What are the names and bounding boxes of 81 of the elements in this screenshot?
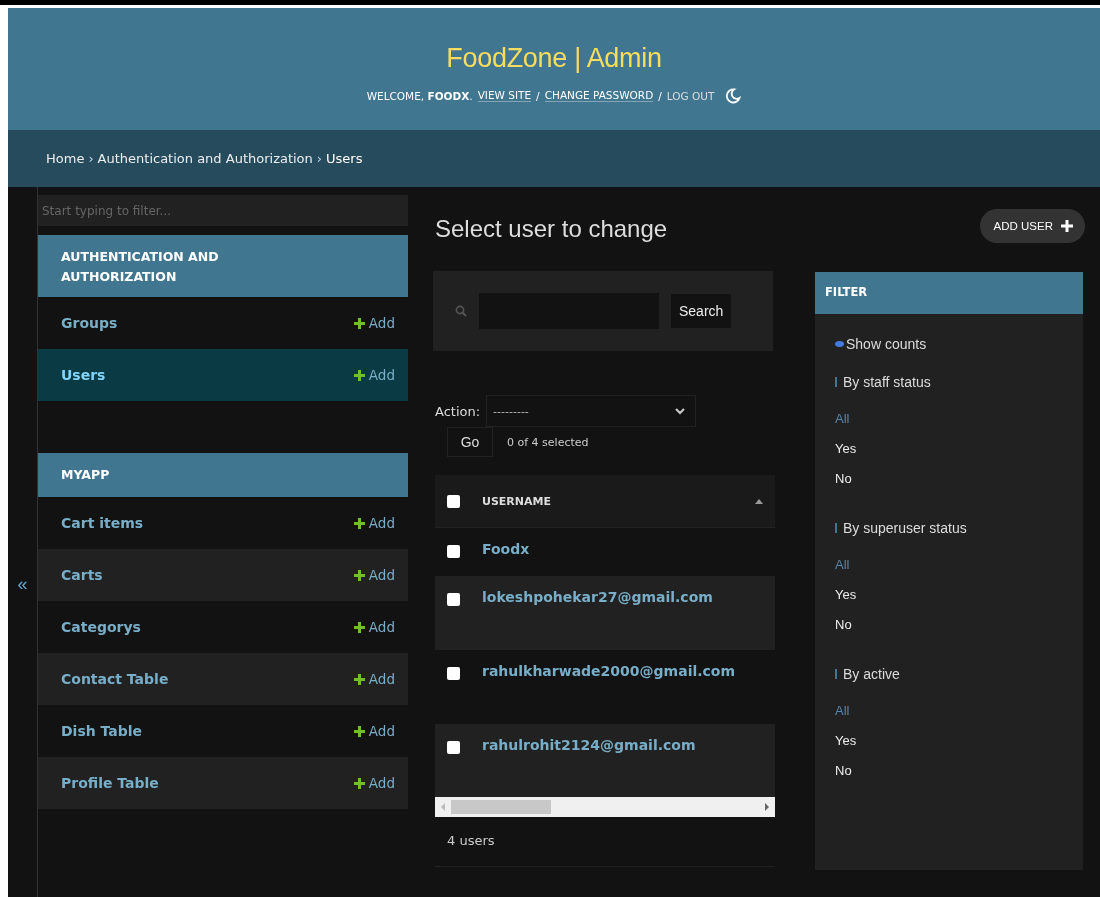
plus-icon (353, 725, 365, 737)
action-select[interactable]: --------- (486, 395, 697, 427)
horizontal-scrollbar[interactable] (435, 797, 775, 817)
model-link[interactable]: Dish Table (61, 723, 143, 739)
filter-option[interactable]: All (835, 696, 1083, 726)
column-header[interactable]: USERNAME (482, 494, 733, 508)
model-link[interactable]: Users (61, 367, 106, 383)
plus-icon (1061, 220, 1073, 232)
filter-group-title[interactable]: By staff status (815, 374, 1083, 404)
header-link[interactable]: VIEW SITE (477, 89, 532, 102)
add-link[interactable]: Add (353, 315, 395, 331)
plus-icon (353, 569, 365, 581)
breadcrumb-link[interactable]: Authentication and Authorization (97, 151, 313, 166)
plus-icon (353, 777, 365, 789)
plus-icon (353, 369, 365, 381)
add-link[interactable]: Add (353, 367, 395, 383)
filter-option[interactable]: All (835, 404, 1083, 434)
breadcrumb-separator: › (316, 151, 323, 166)
moon-icon (725, 87, 742, 104)
add-link[interactable]: Add (353, 619, 395, 635)
breadcrumb-current: Users (326, 151, 363, 166)
username-link[interactable]: Foodx (482, 541, 530, 557)
filter-option[interactable]: Yes (835, 726, 1083, 756)
username-link[interactable]: rahulrohit2124@gmail.com (482, 737, 696, 753)
filter-option[interactable]: No (835, 464, 1083, 494)
app-header[interactable]: AUTHENTICATION AND AUTHORIZATION (38, 235, 408, 297)
plus-icon (353, 517, 365, 529)
filter-field[interactable]: Start typing to filter... (38, 195, 408, 227)
filter-option[interactable]: All (835, 550, 1083, 580)
welcome-text: WELCOME, FOODX. (366, 89, 473, 102)
action-label: Action: (435, 403, 481, 419)
model-row[interactable]: Contact Table Add (38, 653, 408, 705)
breadcrumb-separator: › (88, 151, 94, 166)
search-button[interactable]: Search (671, 294, 732, 328)
separator: / (536, 89, 540, 102)
filter-group-title[interactable]: By active (815, 666, 1083, 696)
add-link[interactable]: Add (353, 671, 395, 687)
filter-group-title[interactable]: By superuser status (815, 520, 1083, 550)
select-all-checkbox[interactable] (447, 494, 460, 508)
collapse-sidebar-button[interactable]: « (17, 575, 28, 593)
plus-icon (353, 673, 365, 685)
app-header[interactable]: MYAPP (38, 453, 408, 497)
filter-option[interactable]: Yes (835, 434, 1083, 464)
model-link[interactable]: Categorys (61, 619, 141, 635)
plus-icon (353, 317, 365, 329)
row-checkbox[interactable] (447, 741, 460, 754)
filter-header: FILTER (815, 272, 1083, 314)
model-link[interactable]: Groups (61, 315, 118, 331)
username-link[interactable]: lokeshpohekar27@gmail.com (482, 589, 713, 605)
add-link[interactable]: Add (353, 515, 395, 531)
show-counts-link[interactable]: Show counts (815, 314, 1083, 374)
result-count: 4 users (435, 817, 775, 867)
add-user-button[interactable]: ADD USER (979, 209, 1085, 243)
filter-option[interactable]: No (835, 756, 1083, 786)
model-link[interactable]: Cart items (61, 515, 144, 531)
row-checkbox[interactable] (447, 545, 460, 558)
filter-option[interactable]: No (835, 610, 1083, 640)
model-row[interactable]: Users Add (38, 349, 408, 401)
go-button[interactable]: Go (447, 427, 493, 457)
chevron-icon (675, 407, 686, 415)
model-link[interactable]: Contact Table (61, 671, 169, 687)
model-link[interactable]: Profile Table (61, 775, 159, 791)
username-link[interactable]: rahulkharwade2000@gmail.com (482, 663, 736, 679)
breadcrumb-link[interactable]: Home (46, 151, 85, 166)
add-link[interactable]: Add (353, 723, 395, 739)
site-title[interactable]: FoodZone | Admin (446, 34, 662, 74)
add-link[interactable]: Add (353, 567, 395, 583)
plus-icon (353, 621, 365, 633)
search-icon (455, 305, 467, 317)
filter-option[interactable]: Yes (835, 580, 1083, 610)
model-link[interactable]: Carts (61, 567, 103, 583)
page-title: Select user to change (435, 215, 669, 243)
logout-link[interactable]: LOG OUT (666, 89, 715, 102)
model-row[interactable]: Profile Table Add (38, 757, 408, 809)
header-link[interactable]: CHANGE PASSWORD (544, 89, 654, 102)
add-link[interactable]: Add (353, 775, 395, 791)
separator: / (658, 89, 662, 102)
row-checkbox[interactable] (447, 667, 460, 680)
selection-counter: 0 of 4 selected (507, 435, 589, 449)
model-row[interactable]: Carts Add (38, 549, 408, 601)
row-checkbox[interactable] (447, 593, 460, 606)
